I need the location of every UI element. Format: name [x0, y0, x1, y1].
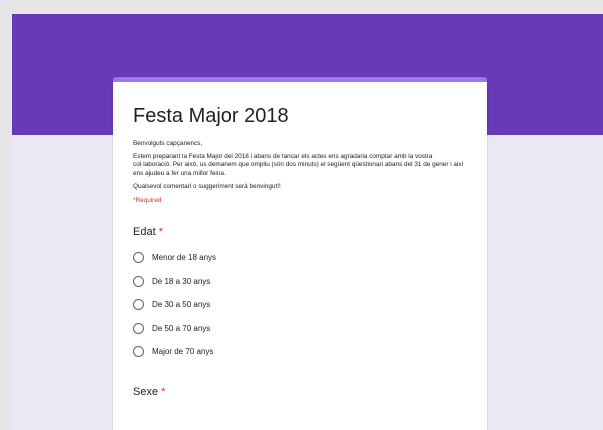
option-label: De 50 a 70 anys: [152, 323, 211, 333]
option-label: Major de 70 anys: [152, 347, 214, 357]
radio-option-30-50[interactable]: De 30 a 50 anys: [133, 293, 469, 317]
required-note: *Required: [133, 197, 162, 205]
form-card: Festa Major 2018 Benvolguts capçanencs, …: [113, 77, 487, 430]
question-edat: Edat * Menor de 18 anys De 18 a 30 anys …: [133, 226, 469, 364]
option-label: De 18 a 30 anys: [152, 276, 211, 286]
radio-circle-icon[interactable]: [133, 346, 144, 358]
option-label: Menor de 18 anys: [152, 253, 217, 263]
description-body: Estem preparant la Festa Major del 2018 …: [133, 153, 464, 177]
browser-left-strip: [0, 0, 12, 430]
description-closing: Qualsevol comentari o suggeriment serà b…: [133, 182, 281, 190]
question-title-text: Edat: [133, 226, 156, 239]
browser-top-strip: [0, 0, 603, 14]
question-title: Sexe *: [133, 386, 469, 398]
form-description: Benvolguts capçanencs, Estem preparant l…: [133, 140, 469, 191]
question-title: Edat *: [133, 226, 469, 238]
required-asterisk: *: [158, 226, 163, 239]
radio-circle-icon[interactable]: [133, 252, 144, 264]
radio-option-menor-18[interactable]: Menor de 18 anys: [133, 246, 469, 270]
option-label: De 30 a 50 anys: [152, 300, 211, 310]
required-asterisk: *: [161, 385, 166, 398]
description-greeting: Benvolguts capçanencs,: [133, 140, 203, 147]
question-title-text: Sexe: [133, 385, 159, 398]
form-title: Festa Major 2018: [133, 105, 289, 127]
question-sexe: Sexe *: [133, 386, 469, 398]
radio-circle-icon[interactable]: [133, 275, 144, 287]
radio-circle-icon[interactable]: [133, 299, 144, 311]
radio-option-18-30[interactable]: De 18 a 30 anys: [133, 270, 469, 294]
radio-circle-icon[interactable]: [133, 322, 144, 334]
radio-option-major-70[interactable]: Major de 70 anys: [133, 340, 469, 364]
radio-option-50-70[interactable]: De 50 a 70 anys: [133, 317, 469, 341]
